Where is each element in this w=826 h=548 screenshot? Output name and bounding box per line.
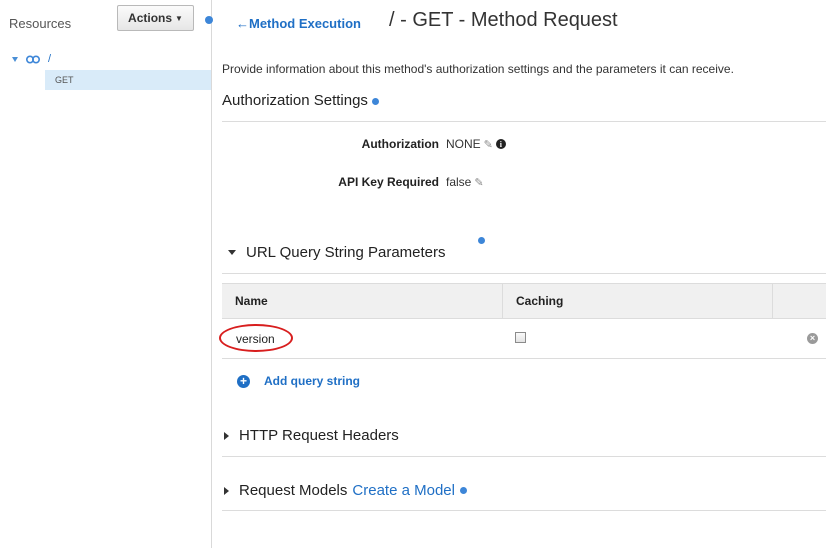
api-key-required-value: false xyxy=(446,175,472,189)
expand-arrow-icon[interactable] xyxy=(12,56,18,62)
expand-arrow-icon[interactable] xyxy=(224,486,229,495)
divider xyxy=(222,121,826,122)
divider xyxy=(222,456,826,457)
add-query-string-button[interactable]: + Add query string xyxy=(237,374,360,388)
authorization-settings-title: Authorization Settings xyxy=(222,92,368,109)
info-dot-icon[interactable] xyxy=(372,97,380,105)
plus-circle-icon: + xyxy=(237,374,250,388)
info-dot-icon[interactable] xyxy=(478,237,485,244)
request-models-section-header[interactable]: Request Models Create a Model xyxy=(224,482,467,499)
http-headers-section-header[interactable]: HTTP Request Headers xyxy=(224,427,399,444)
arrow-left-icon: ← xyxy=(236,16,249,31)
page-title: / - GET - Method Request xyxy=(389,9,618,31)
table-row: version × xyxy=(219,319,826,359)
column-divider xyxy=(772,284,773,319)
red-highlight-annotation xyxy=(219,324,293,352)
column-header-name: Name xyxy=(235,294,268,308)
tree-root-label: / xyxy=(48,53,52,65)
pencil-icon[interactable]: ✎ xyxy=(474,176,483,189)
authorization-value-group: NONE ✎ i xyxy=(446,137,506,151)
caret-down-icon: ▼ xyxy=(175,13,183,23)
authorization-settings-heading: Authorization Settings xyxy=(222,92,380,109)
create-model-link[interactable]: Create a Model xyxy=(352,482,455,499)
caching-checkbox[interactable] xyxy=(515,332,526,343)
column-divider xyxy=(502,284,503,319)
collapse-arrow-icon[interactable] xyxy=(228,250,236,255)
api-key-required-label: API Key Required xyxy=(338,175,439,189)
column-header-caching: Caching xyxy=(516,294,564,308)
resource-icon xyxy=(26,55,40,63)
divider xyxy=(222,273,826,274)
remove-icon[interactable]: × xyxy=(807,333,818,344)
info-icon[interactable]: i xyxy=(495,139,506,149)
api-key-value-group: false ✎ xyxy=(446,175,484,189)
tree-item-root[interactable]: / xyxy=(12,52,51,66)
url-query-title: URL Query String Parameters xyxy=(246,244,446,261)
intro-text: Provide information about this method's … xyxy=(222,62,734,76)
request-models-title: Request Models xyxy=(239,482,348,499)
actions-button[interactable]: Actions ▼ xyxy=(117,5,194,31)
actions-button-label: Actions xyxy=(128,11,173,25)
url-query-section-header[interactable]: URL Query String Parameters xyxy=(228,244,446,261)
expand-arrow-icon[interactable] xyxy=(224,431,229,440)
tree-item-get[interactable]: GET xyxy=(45,70,211,90)
request-models-title-group: Request Models Create a Model xyxy=(239,482,467,499)
authorization-value: NONE xyxy=(446,137,481,151)
pencil-icon[interactable]: ✎ xyxy=(484,138,493,151)
table-header: Name Caching xyxy=(222,283,826,319)
authorization-label: Authorization xyxy=(361,137,439,151)
method-execution-link[interactable]: ←Method Execution xyxy=(236,16,361,31)
method-execution-label: Method Execution xyxy=(249,16,361,31)
divider xyxy=(222,510,826,511)
resize-handle[interactable] xyxy=(205,16,213,24)
http-headers-title: HTTP Request Headers xyxy=(239,427,399,444)
resources-label: Resources xyxy=(9,16,72,31)
add-query-string-label: Add query string xyxy=(264,374,361,388)
info-dot-icon[interactable] xyxy=(459,487,467,494)
